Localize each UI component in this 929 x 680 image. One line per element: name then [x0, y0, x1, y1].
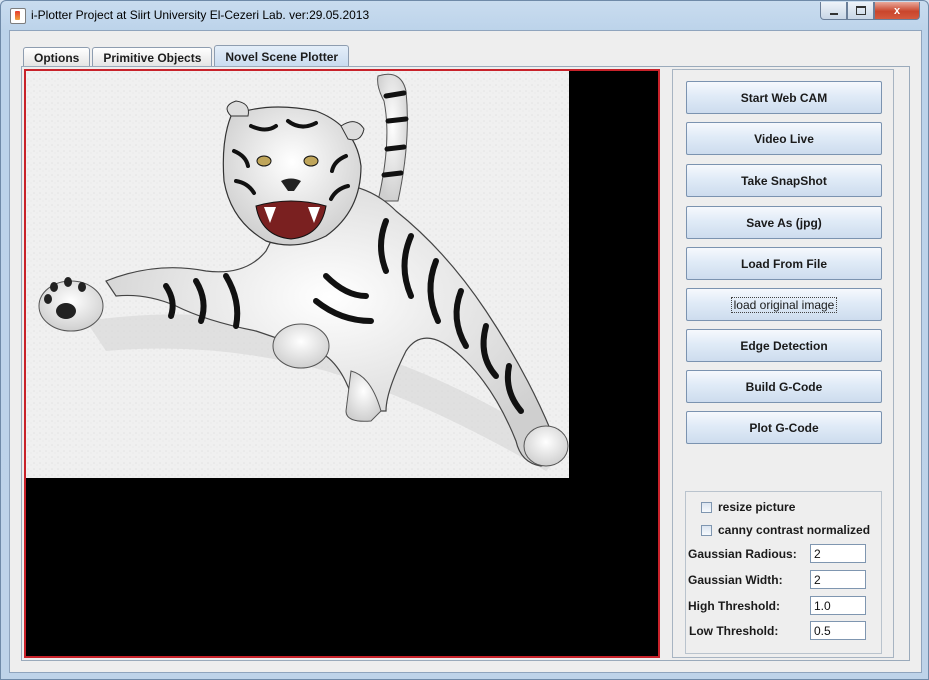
canny-normalized-checkbox-row[interactable]: canny contrast normalized	[701, 523, 870, 537]
start-webcam-button[interactable]: Start Web CAM	[686, 81, 882, 114]
gaussian-width-input[interactable]	[810, 570, 866, 589]
gaussian-width-row: Gaussian Width:	[688, 570, 878, 589]
high-threshold-row: High Threshold:	[688, 596, 878, 615]
video-live-button[interactable]: Video Live	[686, 122, 882, 155]
tab-primitive-objects[interactable]: Primitive Objects	[92, 47, 213, 67]
load-original-image-button[interactable]: load original image	[686, 288, 882, 321]
java-app-icon[interactable]	[10, 8, 26, 24]
tab-label: Primitive Objects	[103, 50, 202, 65]
build-gcode-button[interactable]: Build G-Code	[686, 370, 882, 403]
image-canvas[interactable]	[24, 69, 660, 658]
resize-picture-checkbox[interactable]	[701, 501, 712, 513]
take-snapshot-button[interactable]: Take SnapShot	[686, 164, 882, 197]
canny-normalized-label: canny contrast normalized	[718, 523, 871, 537]
maximize-icon	[855, 6, 866, 15]
loaded-picture	[26, 71, 569, 478]
tiger-image	[26, 71, 569, 478]
client-area: Options Primitive Objects Novel Scene Pl…	[9, 30, 922, 673]
app-window: i-Plotter Project at Siirt University El…	[0, 0, 929, 680]
edge-detection-button[interactable]: Edge Detection	[686, 329, 882, 362]
close-icon: x	[893, 4, 901, 17]
low-threshold-label: Low Threshold:	[689, 624, 779, 638]
tab-label: Novel Scene Plotter	[225, 49, 339, 64]
save-as-jpg-button[interactable]: Save As (jpg)	[686, 206, 882, 239]
gaussian-width-label: Gaussian Width:	[688, 573, 783, 587]
gaussian-radius-input[interactable]	[810, 544, 866, 563]
close-button[interactable]: x	[874, 2, 920, 20]
minimize-button[interactable]	[820, 2, 847, 20]
minimize-icon	[829, 12, 838, 15]
plot-gcode-button[interactable]: Plot G-Code	[686, 411, 882, 444]
maximize-button[interactable]	[847, 2, 874, 20]
canny-normalized-checkbox[interactable]	[701, 524, 712, 536]
high-threshold-input[interactable]	[810, 596, 866, 615]
tab-strip: Options Primitive Objects Novel Scene Pl…	[23, 45, 351, 67]
tab-label: Options	[34, 50, 80, 65]
tab-options[interactable]: Options	[23, 47, 91, 67]
gaussian-radius-row: Gaussian Radious:	[688, 544, 878, 563]
gaussian-radius-label: Gaussian Radious:	[688, 547, 797, 561]
resize-picture-checkbox-row[interactable]: resize picture	[701, 500, 795, 514]
tab-novel-scene-plotter[interactable]: Novel Scene Plotter	[214, 45, 350, 67]
low-threshold-row: Low Threshold:	[688, 621, 878, 640]
window-title: i-Plotter Project at Siirt University El…	[31, 8, 370, 22]
high-threshold-label: High Threshold:	[688, 599, 780, 613]
control-panel: Start Web CAM Video Live Take SnapShot S…	[672, 69, 894, 658]
load-from-file-button[interactable]: Load From File	[686, 247, 882, 280]
resize-picture-label: resize picture	[718, 500, 796, 514]
low-threshold-input[interactable]	[810, 621, 866, 640]
novel-scene-plotter-panel: Start Web CAM Video Live Take SnapShot S…	[21, 66, 910, 661]
title-bar[interactable]: i-Plotter Project at Siirt University El…	[1, 1, 928, 29]
edge-options-group: resize picture canny contrast normalized…	[685, 491, 882, 654]
